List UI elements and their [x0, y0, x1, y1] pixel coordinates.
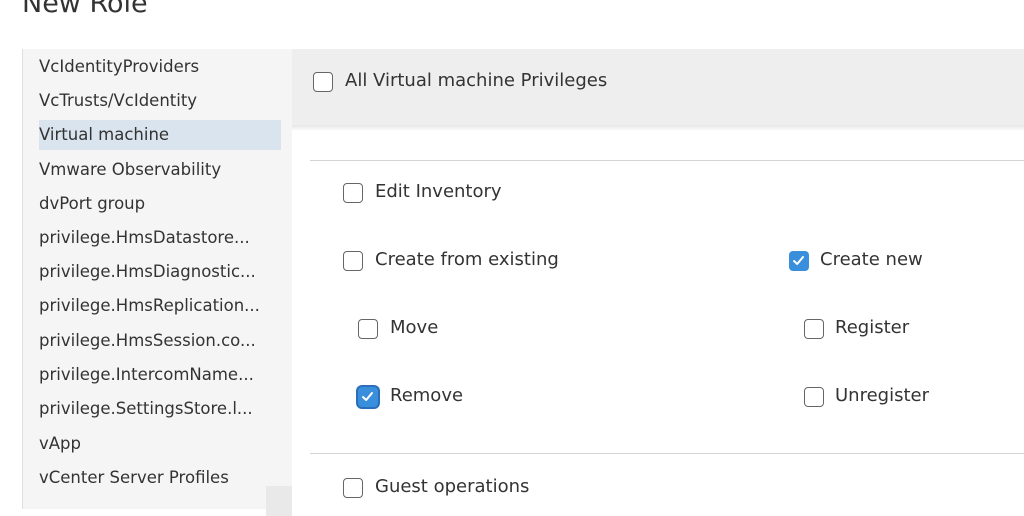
edit-inventory-checkbox[interactable]	[343, 183, 363, 203]
move-label: Move	[390, 317, 439, 338]
checkmark-icon	[362, 392, 373, 401]
create-from-existing-checkbox[interactable]	[343, 251, 363, 271]
sidebar-item-label: privilege.HmsSession.co...	[39, 331, 256, 350]
remove-label: Remove	[390, 385, 464, 406]
sidebar-item-label: privilege.SettingsStore.l...	[39, 399, 253, 418]
create-new-checkbox[interactable]	[789, 251, 809, 271]
register-checkbox[interactable]	[804, 319, 824, 339]
sidebar-item-label: Vmware Observability	[39, 160, 222, 179]
all-privileges-label: All Virtual machine Privileges	[345, 70, 608, 91]
checkmark-icon	[793, 256, 804, 265]
privileges-panel: All Virtual machine Privileges Edit Inve…	[292, 49, 1024, 498]
sidebar-item-vmware-observability[interactable]: Vmware Observability	[39, 155, 281, 185]
register-label: Register	[835, 317, 910, 338]
sidebar-item-label: vCenter Server Profiles	[39, 468, 229, 487]
unregister-checkbox[interactable]	[804, 387, 824, 407]
sidebar-item-label: Virtual machine	[39, 125, 170, 144]
guest-operations-checkbox[interactable]	[343, 478, 363, 498]
guest-operations-label: Guest operations	[375, 476, 530, 497]
sidebar-item-label: dvPort group	[39, 194, 146, 213]
sidebar-item-virtual-machine[interactable]: Virtual machine	[39, 120, 281, 150]
section-divider	[310, 160, 1024, 161]
sidebar-item-label: privilege.HmsDatastore...	[39, 228, 250, 247]
section-divider	[310, 453, 1024, 454]
sidebar-item-hmsreplication[interactable]: privilege.HmsReplication...	[39, 291, 281, 321]
header-shadow	[292, 125, 1024, 131]
create-new-label: Create new	[820, 249, 923, 270]
sidebar-scrollbar-thumb[interactable]	[266, 486, 292, 516]
sidebar-item-label: privilege.HmsDiagnostic...	[39, 262, 256, 281]
sidebar-item-intercomname[interactable]: privilege.IntercomName...	[39, 360, 281, 390]
sidebar-item-hmsdatastore[interactable]: privilege.HmsDatastore...	[39, 223, 281, 253]
create-from-existing-label: Create from existing	[375, 249, 559, 270]
sidebar-item-vcenter-server-profiles[interactable]: vCenter Server Profiles	[39, 463, 281, 493]
sidebar-item-label: privilege.HmsReplication...	[39, 296, 260, 315]
sidebar-item-settingsstore[interactable]: privilege.SettingsStore.l...	[39, 394, 281, 424]
unregister-label: Unregister	[835, 385, 929, 406]
sidebar-item-hmssession[interactable]: privilege.HmsSession.co...	[39, 326, 281, 356]
sidebar-item-label: VcTrusts/VcIdentity	[39, 91, 198, 110]
sidebar-item-label: vApp	[39, 434, 81, 453]
sidebar-item-label: privilege.IntercomName...	[39, 365, 254, 384]
move-checkbox[interactable]	[358, 319, 378, 339]
sidebar-item-vctrusts[interactable]: VcTrusts/VcIdentity	[39, 86, 281, 116]
edit-inventory-label: Edit Inventory	[375, 181, 502, 202]
page-title: New Role	[22, 0, 148, 19]
sidebar-item-label: VcIdentityProviders	[39, 57, 200, 76]
sidebar-item-vcidentityproviders[interactable]: VcIdentityProviders	[39, 52, 281, 82]
remove-checkbox[interactable]	[358, 387, 378, 407]
privilege-category-list: VcIdentityProviders VcTrusts/VcIdentity …	[22, 49, 292, 516]
sidebar-item-dvport-group[interactable]: dvPort group	[39, 189, 281, 219]
sidebar-item-vapp[interactable]: vApp	[39, 429, 281, 459]
all-privileges-checkbox[interactable]	[313, 72, 333, 92]
sidebar-item-hmsdiagnostic[interactable]: privilege.HmsDiagnostic...	[39, 257, 281, 287]
